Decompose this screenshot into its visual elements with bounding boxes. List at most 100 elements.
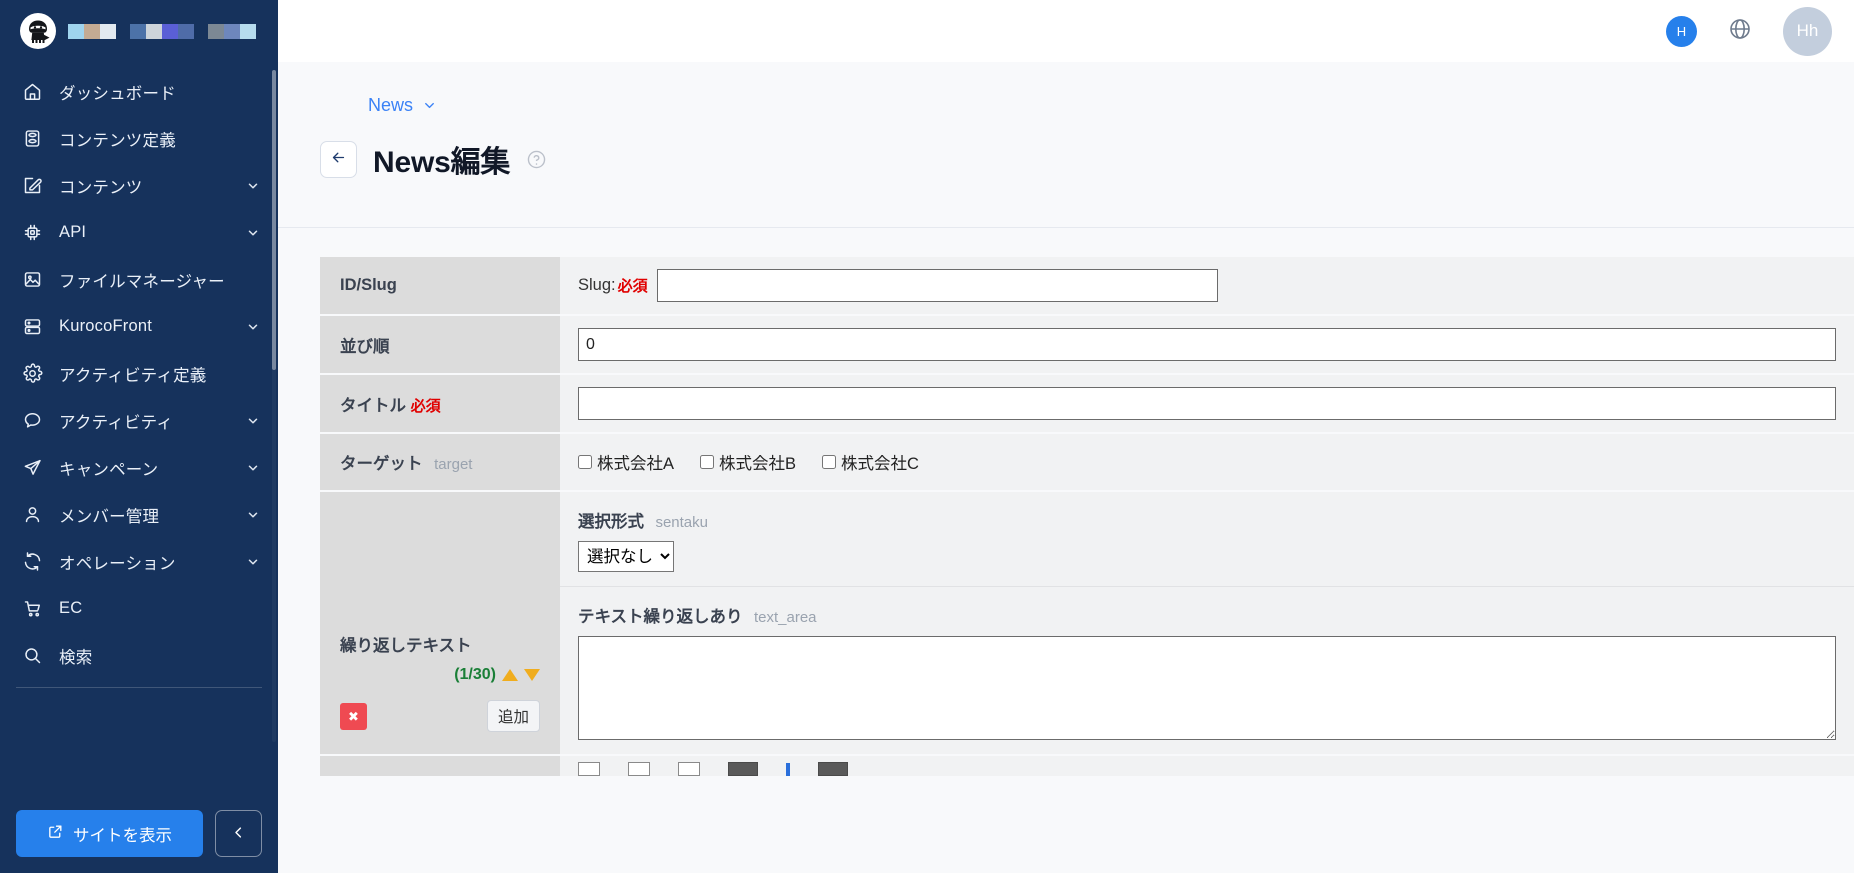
repeat-actions: ✖ 追加 bbox=[340, 700, 540, 733]
sidebar-item-label: ダッシュボード bbox=[59, 84, 176, 103]
language-switcher-button[interactable] bbox=[1727, 18, 1753, 44]
view-site-button[interactable]: サイトを表示 bbox=[16, 810, 203, 857]
partial-button-1[interactable] bbox=[728, 762, 758, 777]
globe-icon bbox=[1728, 17, 1752, 46]
table-row-target: ターゲット target 株式会社A 株式会社B 株式会社C bbox=[320, 433, 1854, 493]
sidebar-item-operation[interactable]: オペレーション bbox=[0, 538, 278, 585]
partial-input-3[interactable] bbox=[678, 762, 700, 777]
logo-block-group-3 bbox=[208, 23, 256, 39]
row-label: 繰り返しテキスト (1/30) ✖ 追加 bbox=[320, 491, 560, 757]
external-link-icon bbox=[47, 823, 64, 845]
chevron-left-icon bbox=[231, 825, 246, 843]
chevron-down-icon bbox=[246, 414, 260, 428]
checkbox-item[interactable]: 株式会社C bbox=[822, 450, 919, 474]
sidebar-item-member-management[interactable]: メンバー管理 bbox=[0, 491, 278, 538]
user-avatar[interactable]: Hh bbox=[1783, 6, 1832, 56]
textarea-field-label: テキスト繰り返しあり bbox=[578, 608, 743, 627]
add-repeat-button[interactable]: 追加 bbox=[486, 700, 540, 733]
back-button[interactable] bbox=[320, 140, 357, 178]
kuroco-ninja-logo-icon bbox=[20, 13, 56, 49]
repeat-field-select: 選択形式 sentaku 選択なし bbox=[560, 492, 1854, 588]
slug-input[interactable] bbox=[656, 269, 1218, 303]
row-label-text: タイトル bbox=[340, 396, 406, 415]
partial-input-1[interactable] bbox=[578, 762, 600, 777]
sidebar-item-dashboard[interactable]: ダッシュボード bbox=[0, 68, 278, 115]
target-checkbox-b[interactable] bbox=[700, 455, 715, 470]
sidebar-item-label: キャンペーン bbox=[59, 460, 159, 479]
sidebar-collapse-button[interactable] bbox=[215, 810, 262, 857]
table-row-next-partial bbox=[320, 755, 1854, 779]
table-row-sort-order: 並び順 bbox=[320, 315, 1854, 376]
sidebar-item-label: コンテンツ定義 bbox=[59, 131, 176, 150]
breadcrumb-link-news[interactable]: News bbox=[368, 95, 413, 116]
repeat-counter-row: (1/30) bbox=[340, 666, 540, 684]
required-badge: 必須 bbox=[410, 397, 441, 415]
triangle-down-icon[interactable] bbox=[524, 669, 540, 682]
edit-form-table: ID/Slug Slug: 必須 並び順 0 タイトル 必須 ターゲット tar… bbox=[320, 257, 1854, 779]
sidebar-item-api[interactable]: API bbox=[0, 209, 278, 256]
sidebar-item-file-manager[interactable]: ファイルマネージャー bbox=[0, 256, 278, 303]
sentaku-select[interactable]: 選択なし bbox=[578, 541, 674, 573]
repeat-field-textarea: テキスト繰り返しあり text_area bbox=[560, 587, 1854, 754]
checkbox-label: 株式会社B bbox=[719, 455, 797, 474]
logo-block-group-2 bbox=[130, 23, 194, 39]
row-value: 株式会社A 株式会社B 株式会社C bbox=[560, 433, 1854, 493]
search-icon bbox=[20, 644, 44, 668]
sidebar-item-activity[interactable]: アクティビティ bbox=[0, 397, 278, 444]
sidebar-logo[interactable] bbox=[0, 0, 278, 62]
partial-controls bbox=[578, 756, 1836, 777]
sidebar-item-kurocofront[interactable]: KurocoFront bbox=[0, 303, 278, 350]
server-icon bbox=[20, 315, 44, 339]
partial-button-2[interactable] bbox=[818, 762, 848, 777]
sidebar-item-ec[interactable]: EC bbox=[0, 585, 278, 632]
page-title-row: News編集 bbox=[320, 105, 1854, 227]
sidebar-item-activity-definition[interactable]: アクティビティ定義 bbox=[0, 350, 278, 397]
textarea-field-code: text_area bbox=[753, 609, 817, 627]
chevron-down-icon bbox=[246, 508, 260, 522]
view-site-label: サイトを表示 bbox=[73, 826, 172, 845]
app-root: ダッシュボード コンテンツ定義 コンテンツ API ファイルマネージャー Kur… bbox=[0, 0, 1854, 873]
text-area-input[interactable] bbox=[578, 636, 1836, 741]
checkbox-item[interactable]: 株式会社B bbox=[700, 450, 796, 474]
database-icon bbox=[20, 127, 44, 151]
partial-input-2[interactable] bbox=[628, 762, 650, 777]
chevron-down-icon[interactable] bbox=[422, 98, 436, 112]
logo-block-group-1 bbox=[68, 23, 116, 39]
row-value bbox=[560, 315, 1854, 376]
target-checkbox-a[interactable] bbox=[578, 455, 592, 470]
sidebar: ダッシュボード コンテンツ定義 コンテンツ API ファイルマネージャー Kur… bbox=[0, 0, 278, 873]
delete-repeat-button[interactable]: ✖ bbox=[340, 702, 367, 730]
title-input[interactable] bbox=[578, 387, 1836, 421]
select-field-label: 選択形式 bbox=[578, 513, 644, 532]
user-icon bbox=[20, 503, 44, 527]
sidebar-item-label: オペレーション bbox=[59, 554, 176, 573]
checkbox-item[interactable]: 株式会社A bbox=[578, 450, 674, 474]
target-checkbox-c[interactable] bbox=[822, 455, 837, 470]
row-value: Slug: 必須 bbox=[560, 257, 1854, 317]
sidebar-item-search[interactable]: 検索 bbox=[0, 632, 278, 679]
triangle-up-icon[interactable] bbox=[502, 669, 518, 682]
sidebar-item-label: メンバー管理 bbox=[59, 507, 160, 526]
sidebar-item-label: API bbox=[59, 223, 87, 241]
notification-avatar-initial: H bbox=[1676, 23, 1687, 39]
question-circle-icon[interactable] bbox=[526, 149, 547, 170]
refresh-icon bbox=[20, 550, 44, 574]
sidebar-item-label: 検索 bbox=[59, 648, 93, 667]
sidebar-item-content-definition[interactable]: コンテンツ定義 bbox=[0, 115, 278, 162]
repeat-counter: (1/30) bbox=[454, 666, 496, 684]
table-row-repeat-text: 繰り返しテキスト (1/30) ✖ 追加 選択形式 sentaku 選択なし テ… bbox=[320, 491, 1854, 757]
edit-square-icon bbox=[20, 174, 44, 198]
chip-icon bbox=[20, 221, 44, 245]
row-value bbox=[560, 374, 1854, 435]
home-icon bbox=[20, 80, 44, 104]
partial-marker bbox=[786, 762, 790, 776]
target-checkbox-group: 株式会社A 株式会社B 株式会社C bbox=[578, 446, 1836, 478]
chevron-down-icon bbox=[246, 320, 260, 334]
sort-order-input[interactable] bbox=[578, 328, 1836, 362]
row-label: 並び順 bbox=[320, 315, 560, 376]
notification-avatar[interactable]: H bbox=[1666, 15, 1697, 47]
sidebar-item-label: KurocoFront bbox=[59, 317, 152, 335]
row-field-code: target bbox=[434, 456, 473, 474]
sidebar-item-content[interactable]: コンテンツ bbox=[0, 162, 278, 209]
sidebar-item-campaign[interactable]: キャンペーン bbox=[0, 444, 278, 491]
